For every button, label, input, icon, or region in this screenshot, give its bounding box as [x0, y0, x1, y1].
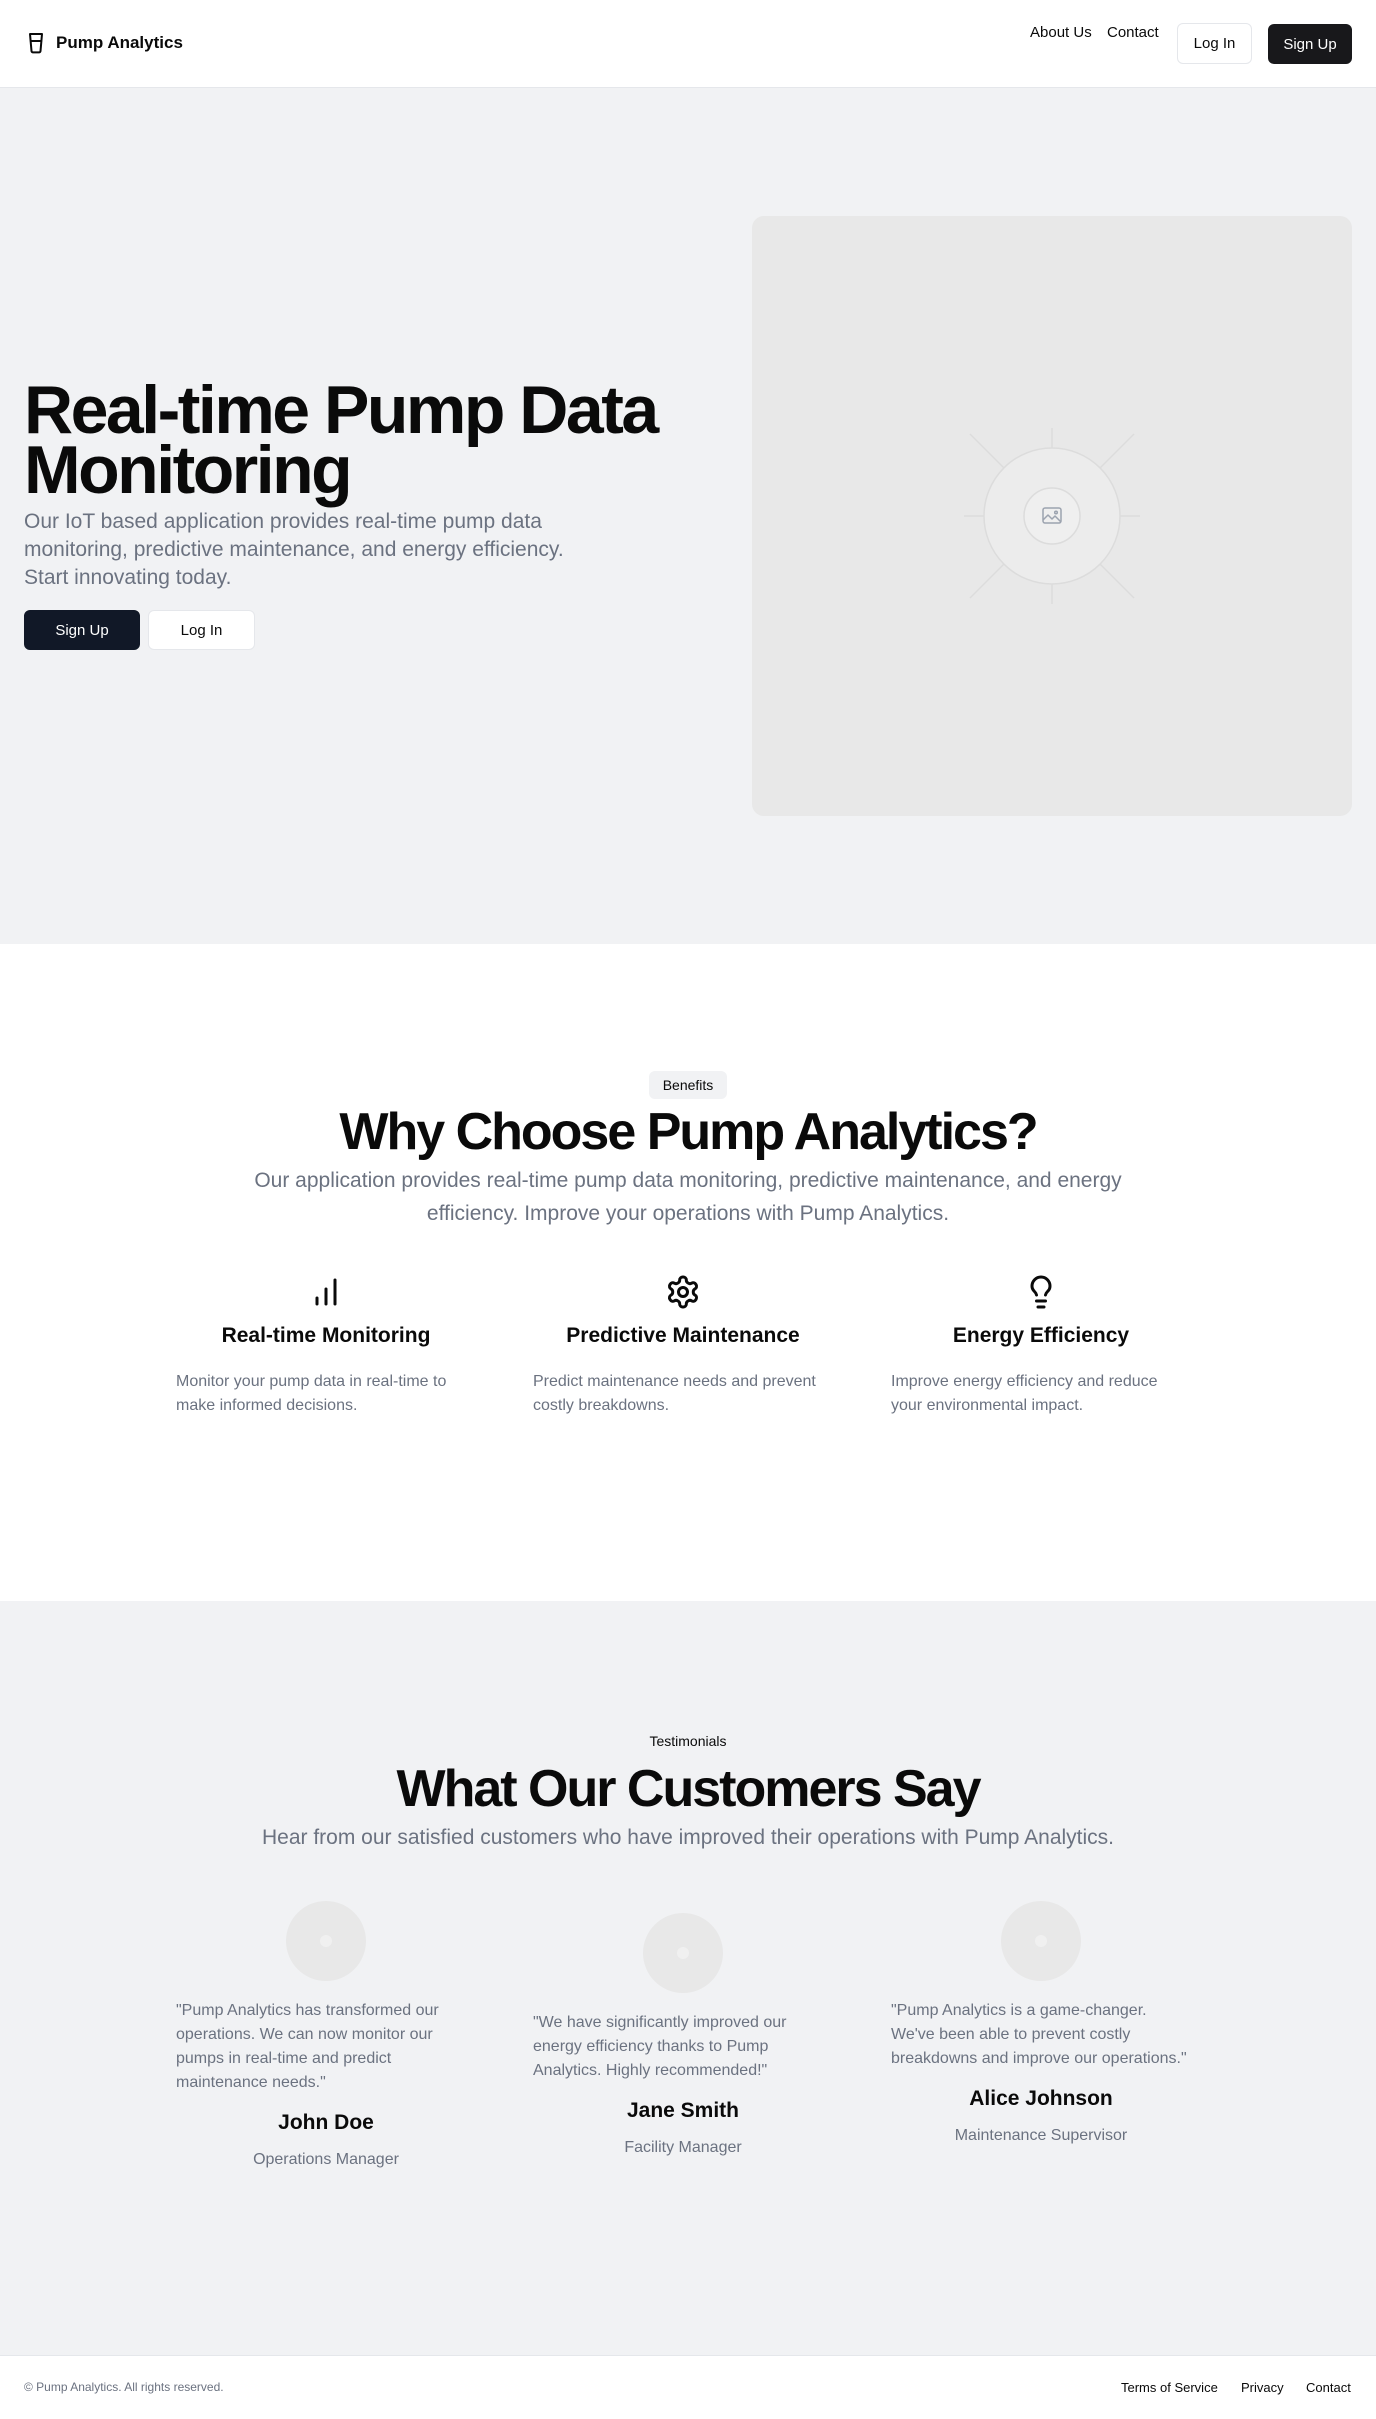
benefits-title: Why Choose Pump Analytics?	[339, 1103, 1038, 1161]
copyright-text: © Pump Analytics. All rights reserved.	[24, 2380, 224, 2394]
testimonials-section: Testimonials What Our Customers Say Hear…	[0, 1601, 1376, 2355]
footer-privacy-link[interactable]: Privacy	[1241, 2380, 1284, 2395]
testimonial-role: Maintenance Supervisor	[954, 2127, 1128, 2144]
gear-icon	[668, 1275, 698, 1309]
testimonial-role: Operations Manager	[253, 2151, 399, 2168]
bar-chart-icon	[315, 1278, 337, 1306]
benefits-subtitle: Our application provides real-time pump …	[254, 1169, 1122, 1225]
pump-logo-icon	[29, 33, 43, 54]
header-signup-button[interactable]: Sign Up	[1268, 24, 1352, 64]
avatar	[1001, 1901, 1081, 1981]
testimonial-role: Facility Manager	[624, 2139, 742, 2156]
hero-login-button[interactable]: Log In	[148, 610, 255, 650]
feature-title: Energy Efficiency	[952, 1324, 1130, 1347]
testimonial-quote: "Pump Analytics has transformed our oper…	[176, 2002, 439, 2091]
feature-title: Real-time Monitoring	[221, 1324, 431, 1347]
lightbulb-icon	[1030, 1275, 1052, 1309]
feature-card-maintenance: Predictive Maintenance Predict maintenan…	[533, 1274, 833, 1418]
hero-section: Real-time Pump Data Monitoring Our IoT b…	[0, 88, 1376, 944]
feature-card-monitoring: Real-time Monitoring Monitor your pump d…	[176, 1274, 476, 1418]
testimonial-name: Jane Smith	[626, 2099, 740, 2122]
nav-contact-link[interactable]: Contact	[1107, 24, 1159, 41]
feature-description: Improve energy efficiency and reduce you…	[891, 1373, 1158, 1414]
hero-title: Real-time Pump Data Monitoring	[24, 372, 659, 508]
image-placeholder-icon	[964, 428, 1140, 604]
testimonial-card: "Pump Analytics is a game-changer. We've…	[891, 1901, 1191, 2145]
testimonial-name: Alice Johnson	[969, 2087, 1113, 2110]
testimonial-quote: "Pump Analytics is a game-changer. We've…	[891, 2002, 1187, 2067]
avatar	[286, 1901, 366, 1981]
feature-description: Predict maintenance needs and prevent co…	[533, 1373, 816, 1414]
footer-terms-link[interactable]: Terms of Service	[1121, 2380, 1218, 2395]
testimonials-label: Testimonials	[649, 1733, 727, 1749]
footer-contact-link[interactable]: Contact	[1306, 2380, 1351, 2395]
testimonial-card: "Pump Analytics has transformed our oper…	[176, 1901, 476, 2169]
testimonials-title: What Our Customers Say	[396, 1760, 981, 1818]
hero-subtitle: Our IoT based application provides real-…	[24, 510, 564, 589]
brand-name: Pump Analytics	[56, 33, 183, 52]
testimonials-subtitle: Hear from our satisfied customers who ha…	[261, 1826, 1115, 1849]
feature-description: Monitor your pump data in real-time to m…	[176, 1373, 447, 1414]
brand[interactable]: Pump Analytics	[24, 31, 183, 55]
avatar	[643, 1913, 723, 1993]
testimonial-quote: "We have significantly improved our ener…	[533, 2014, 787, 2079]
site-footer: © Pump Analytics. All rights reserved. T…	[0, 2355, 1376, 2419]
testimonial-name: John Doe	[278, 2111, 374, 2134]
hero-signup-button[interactable]: Sign Up	[24, 610, 140, 650]
feature-title: Predictive Maintenance	[566, 1324, 800, 1347]
header-login-button[interactable]: Log In	[1177, 23, 1252, 64]
benefits-badge: Benefits	[649, 1071, 727, 1099]
nav-about-us-link[interactable]: About Us	[1030, 24, 1092, 41]
site-header: Pump Analytics About Us Contact Log In S…	[0, 0, 1376, 88]
hero-image-placeholder	[752, 216, 1352, 816]
benefits-section: Benefits Why Choose Pump Analytics? Our …	[0, 944, 1376, 1601]
testimonial-card: "We have significantly improved our ener…	[533, 1913, 833, 2157]
feature-card-efficiency: Energy Efficiency Improve energy efficie…	[891, 1274, 1191, 1418]
